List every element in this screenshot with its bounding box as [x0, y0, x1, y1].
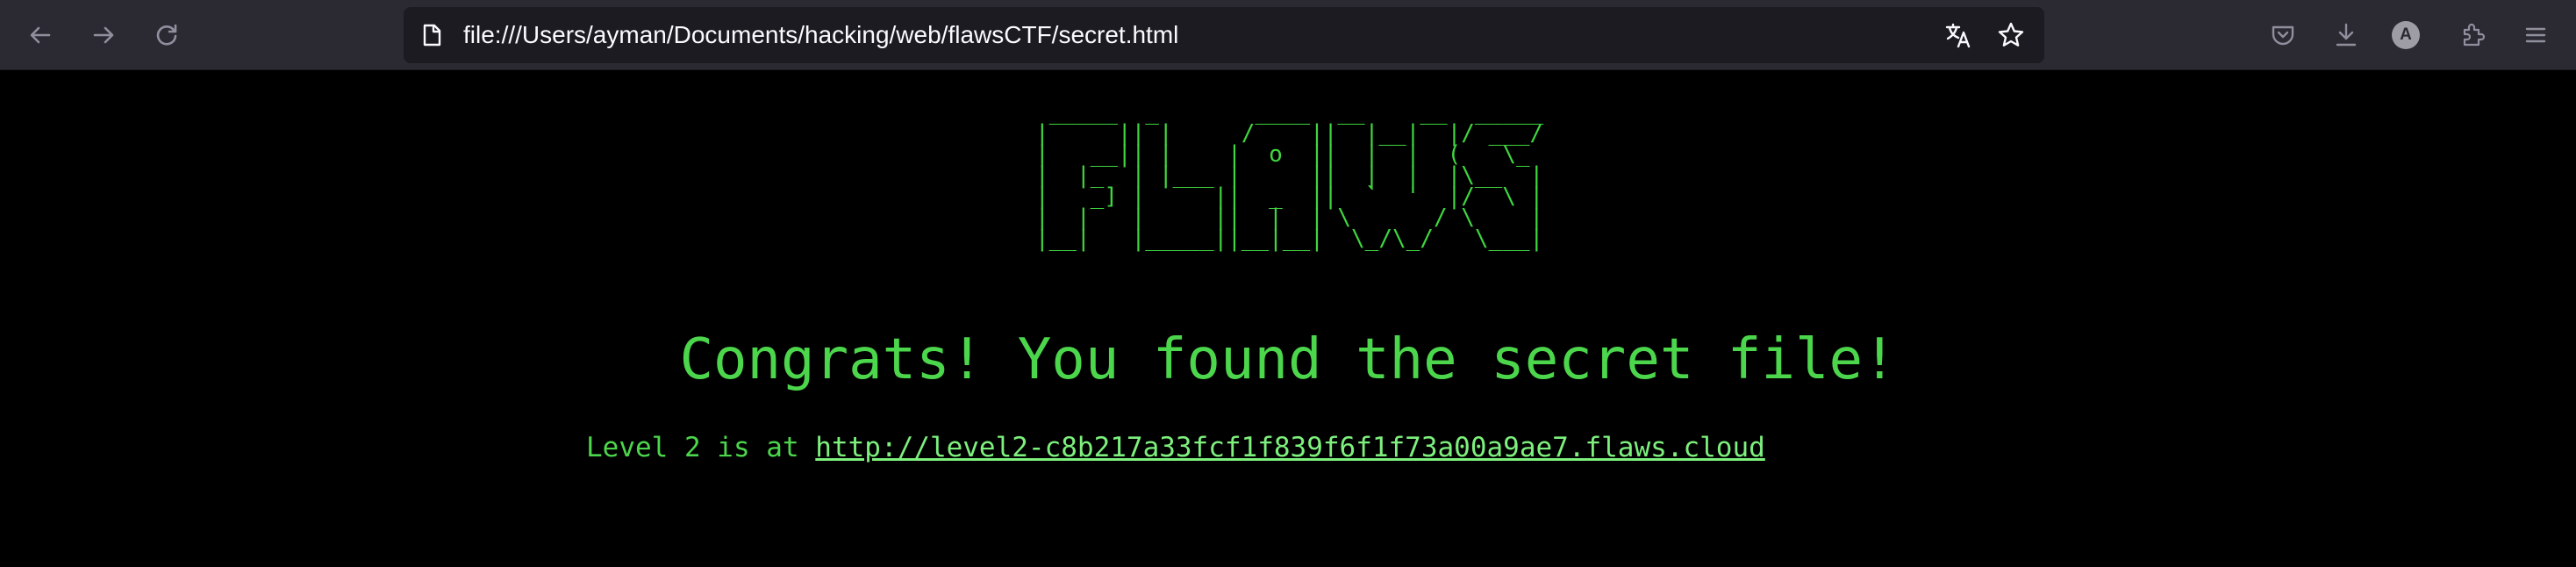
level-2-link[interactable]: http://level2-c8b217a33fcf1f839f6f1f73a0…	[815, 432, 1765, 463]
download-icon	[2336, 23, 2357, 47]
arrow-right-icon	[93, 26, 114, 44]
back-button[interactable]	[23, 18, 58, 53]
app-menu-button[interactable]	[2518, 18, 2553, 53]
hamburger-menu-icon	[2525, 27, 2546, 43]
reload-button[interactable]	[149, 18, 184, 53]
forward-button[interactable]	[86, 18, 121, 53]
translate-icon[interactable]	[1944, 21, 1972, 49]
reload-icon	[156, 24, 177, 46]
downloads-button[interactable]	[2329, 18, 2364, 53]
account-icon[interactable]: A	[2392, 21, 2420, 49]
extensions-button[interactable]	[2455, 18, 2490, 53]
url-text[interactable]: file:///Users/ayman/Documents/hacking/we…	[463, 7, 1178, 63]
browser-toolbar: file:///Users/ayman/Documents/hacking/we…	[0, 0, 2576, 70]
level-2-prefix: Level 2 is at	[586, 432, 816, 463]
flaws-ascii-logo: _____ _ ____ __ __ _____ | || | / || |__…	[1035, 99, 1544, 252]
url-bar[interactable]: file:///Users/ayman/Documents/hacking/we…	[404, 7, 2044, 63]
star-icon[interactable]	[1997, 21, 2025, 49]
congrats-heading: Congrats! You found the secret file!	[679, 327, 1897, 392]
pocket-button[interactable]	[2265, 18, 2301, 53]
puzzle-icon	[2463, 23, 2486, 47]
pocket-icon	[2272, 25, 2294, 46]
level-2-line: Level 2 is at http://level2-c8b217a33fcf…	[586, 428, 1765, 467]
arrow-left-icon	[30, 26, 51, 44]
page-icon	[423, 24, 441, 47]
